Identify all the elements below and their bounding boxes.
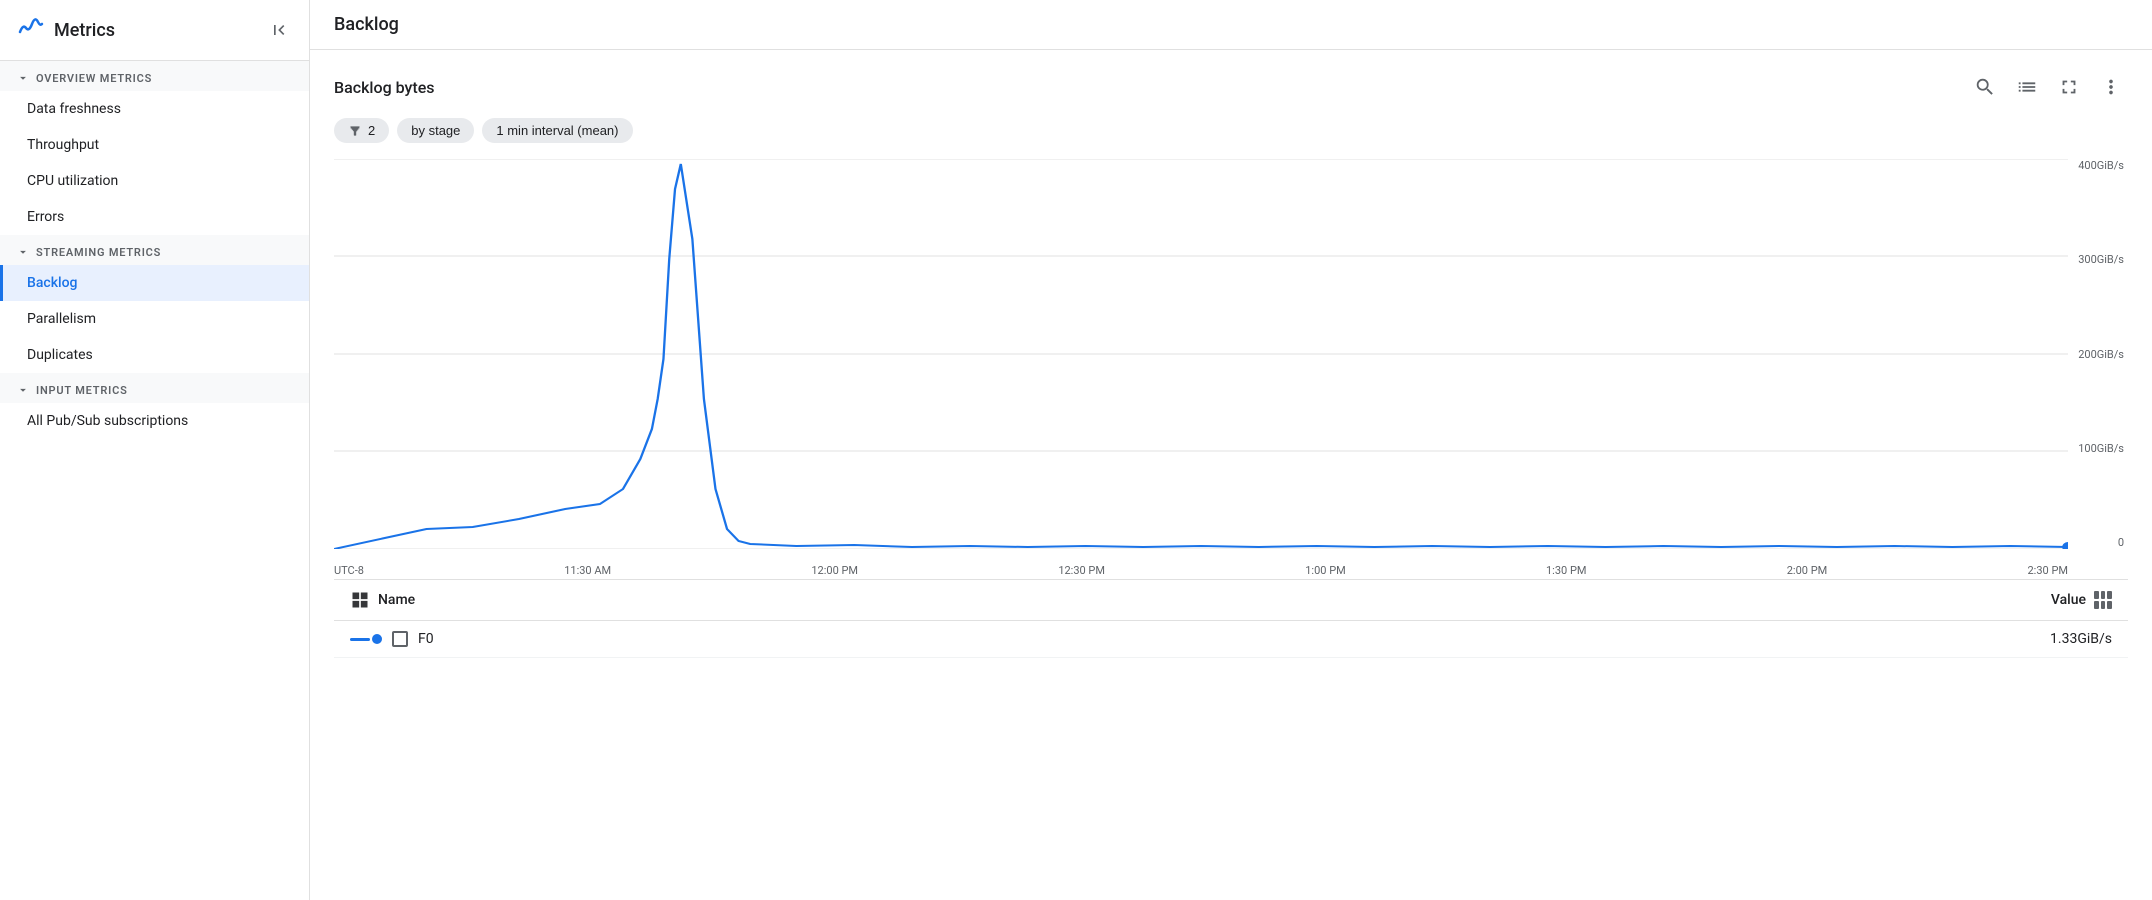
legend-checkbox-f0[interactable]	[392, 631, 408, 647]
legend-row-f0: F0 1.33GiB/s	[334, 621, 2128, 658]
filter-count-label: 2	[368, 123, 375, 138]
chart-container: Backlog bytes	[310, 50, 2152, 900]
x-label-100: 1:00 PM	[1305, 564, 1345, 577]
legend-row-f0-left: F0	[350, 631, 434, 647]
filter-stage-label: by stage	[411, 123, 460, 138]
legend-value-col: Value	[2051, 591, 2112, 609]
filter-interval-chip[interactable]: 1 min interval (mean)	[482, 118, 632, 143]
x-label-200: 2:00 PM	[1787, 564, 1827, 577]
legend-dot-indicator	[372, 634, 382, 644]
chevron-down-streaming-icon	[16, 245, 30, 259]
x-label-1130: 11:30 AM	[564, 564, 611, 577]
filter-interval-label: 1 min interval (mean)	[496, 123, 618, 138]
x-label-130: 1:30 PM	[1546, 564, 1586, 577]
chart-inner: 400GiB/s 300GiB/s 200GiB/s 100GiB/s 0	[334, 159, 2128, 579]
legend-grid-icon	[350, 590, 370, 610]
more-vert-icon	[2100, 76, 2122, 98]
chevron-down-icon	[16, 71, 30, 85]
legend-header: Name Value	[334, 580, 2128, 621]
sidebar-item-pubsub[interactable]: All Pub/Sub subscriptions	[0, 403, 309, 439]
sidebar: Metrics OVERVIEW METRICS Data freshness …	[0, 0, 310, 900]
chart-title: Backlog bytes	[334, 78, 435, 97]
search-chart-button[interactable]	[1968, 70, 2002, 104]
chart-svg-area	[334, 159, 2068, 549]
main-content: Backlog Backlog bytes	[310, 0, 2152, 900]
overview-metrics-section-header: OVERVIEW METRICS	[0, 61, 309, 91]
chevron-down-input-icon	[16, 383, 30, 397]
sidebar-item-duplicates[interactable]: Duplicates	[0, 337, 309, 373]
chart-svg	[334, 159, 2068, 549]
more-options-button[interactable]	[2094, 70, 2128, 104]
fullscreen-button[interactable]	[2052, 70, 2086, 104]
x-label-1230: 12:30 PM	[1058, 564, 1105, 577]
page-title: Backlog	[310, 0, 2152, 50]
legend-name-header-label: Name	[378, 592, 415, 608]
sidebar-item-errors[interactable]: Errors	[0, 199, 309, 235]
input-section-label: INPUT METRICS	[36, 384, 128, 397]
y-label-100: 100GiB/s	[2078, 442, 2124, 455]
filter-stage-chip[interactable]: by stage	[397, 118, 474, 143]
legend-name-col: Name	[350, 590, 415, 610]
sidebar-header: Metrics	[0, 0, 309, 61]
sidebar-item-throughput[interactable]: Throughput	[0, 127, 309, 163]
legend-value-f0: 1.33GiB/s	[2050, 631, 2112, 647]
y-label-400: 400GiB/s	[2078, 159, 2124, 172]
sidebar-item-data-freshness[interactable]: Data freshness	[0, 91, 309, 127]
chart-legend: Name Value	[334, 579, 2128, 658]
filter-count-chip[interactable]: 2	[334, 118, 389, 143]
sidebar-item-parallelism[interactable]: Parallelism	[0, 301, 309, 337]
legend-button[interactable]	[2010, 70, 2044, 104]
chart-y-labels: 400GiB/s 300GiB/s 200GiB/s 100GiB/s 0	[2068, 159, 2128, 549]
sidebar-header-left: Metrics	[16, 14, 115, 46]
filter-icon	[348, 124, 362, 138]
y-label-0: 0	[2118, 536, 2124, 549]
y-label-300: 300GiB/s	[2078, 253, 2124, 266]
legend-value-header-label: Value	[2051, 592, 2086, 608]
collapse-sidebar-button[interactable]	[265, 16, 293, 44]
chart-toolbar	[1968, 70, 2128, 104]
fullscreen-icon	[2058, 76, 2080, 98]
chart-filters: 2 by stage 1 min interval (mean)	[334, 118, 2128, 143]
search-icon	[1974, 76, 1996, 98]
streaming-section-label: STREAMING METRICS	[36, 246, 161, 259]
overview-section-label: OVERVIEW METRICS	[36, 72, 152, 85]
chart-area: 400GiB/s 300GiB/s 200GiB/s 100GiB/s 0	[334, 159, 2128, 579]
x-label-1200: 12:00 PM	[811, 564, 858, 577]
streaming-metrics-section-header: STREAMING METRICS	[0, 235, 309, 265]
y-label-200: 200GiB/s	[2078, 348, 2124, 361]
columns-toggle-icon[interactable]	[2094, 591, 2112, 609]
x-label-230: 2:30 PM	[2028, 564, 2068, 577]
input-metrics-section-header: INPUT METRICS	[0, 373, 309, 403]
chart-title-row: Backlog bytes	[334, 70, 2128, 104]
app-title: Metrics	[54, 20, 115, 41]
legend-line-indicator	[350, 638, 370, 641]
sidebar-item-backlog[interactable]: Backlog	[0, 265, 309, 301]
x-label-utc8: UTC-8	[334, 564, 364, 577]
chart-x-labels: UTC-8 11:30 AM 12:00 PM 12:30 PM 1:00 PM…	[334, 549, 2068, 579]
metrics-logo-icon	[16, 14, 44, 46]
sidebar-item-cpu-utilization[interactable]: CPU utilization	[0, 163, 309, 199]
legend-icon	[2016, 76, 2038, 98]
legend-line-f0	[350, 634, 382, 644]
legend-label-f0: F0	[418, 631, 434, 647]
